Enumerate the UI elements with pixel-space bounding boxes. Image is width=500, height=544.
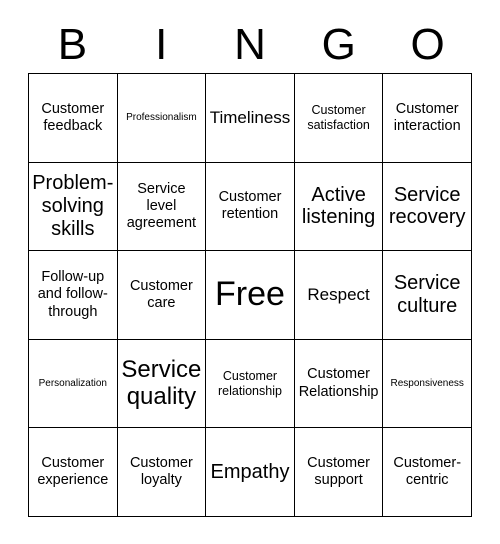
bingo-cell-g1[interactable]: Customer satisfaction — [294, 74, 384, 163]
bingo-cell-label: Customer-centric — [393, 455, 462, 489]
bingo-header-letter-o: O — [410, 19, 445, 69]
bingo-cell-g3[interactable]: Respect — [294, 251, 384, 340]
bingo-cell-g4[interactable]: Customer Relationship — [294, 339, 384, 429]
bingo-header-letter-i: I — [155, 19, 168, 69]
bingo-cell-label: Customer feedback — [41, 100, 105, 134]
bingo-cell-o1[interactable]: Customer interaction — [383, 74, 472, 163]
bingo-cell-label: Customer care — [129, 277, 193, 311]
bingo-cell-label: Customer Relationship — [298, 366, 379, 400]
bingo-cell-label: Customer experience — [37, 455, 109, 489]
bingo-cell-label: Service quality — [121, 355, 202, 410]
bingo-cell-label: Service culture — [393, 272, 461, 317]
bingo-free-label: Free — [215, 275, 285, 314]
bingo-cell-label: Personalization — [38, 377, 107, 389]
bingo-cell-label: Empathy — [210, 460, 290, 483]
bingo-cell-i5[interactable]: Customer loyalty — [117, 428, 207, 517]
bingo-cell-i2[interactable]: Service level agreement — [117, 162, 207, 252]
bingo-cell-label: Customer interaction — [393, 100, 461, 134]
bingo-cell-o4[interactable]: Responsiveness — [383, 339, 472, 429]
bingo-cell-label: Follow-up and follow-through — [37, 269, 108, 320]
bingo-cell-label: Active listening — [301, 183, 376, 229]
bingo-grid: Customer feedback Professionalism Timeli… — [28, 73, 472, 517]
bingo-cell-n1[interactable]: Timeliness — [206, 74, 295, 163]
bingo-cell-g5[interactable]: Customer support — [294, 428, 384, 517]
bingo-cell-label: Responsiveness — [390, 377, 464, 389]
bingo-header-row: B I N G O — [28, 16, 472, 73]
bingo-cell-b2[interactable]: Problem-solving skills — [29, 162, 118, 252]
bingo-cell-n5[interactable]: Empathy — [206, 428, 295, 517]
bingo-cell-b4[interactable]: Personalization — [29, 339, 118, 429]
bingo-cell-o5[interactable]: Customer-centric — [383, 428, 472, 517]
bingo-cell-free[interactable]: Free — [206, 251, 295, 340]
bingo-cell-g2[interactable]: Active listening — [294, 162, 384, 252]
bingo-cell-i4[interactable]: Service quality — [117, 339, 207, 429]
bingo-header-letter-g: G — [321, 19, 356, 69]
bingo-cell-label: Customer relationship — [218, 368, 282, 398]
bingo-cell-b5[interactable]: Customer experience — [29, 428, 118, 517]
bingo-cell-label: Problem-solving skills — [32, 172, 114, 240]
bingo-cell-b1[interactable]: Customer feedback — [29, 74, 118, 163]
bingo-cell-label: Customer retention — [218, 189, 282, 223]
bingo-cell-n2[interactable]: Customer retention — [206, 162, 295, 252]
bingo-cell-label: Customer loyalty — [129, 455, 193, 489]
bingo-cell-label: Customer support — [307, 455, 371, 489]
bingo-cell-label: Service level agreement — [126, 180, 197, 231]
bingo-cell-o2[interactable]: Service recovery — [383, 162, 472, 252]
bingo-header-letter-b: B — [57, 19, 88, 69]
bingo-cell-label: Service recovery — [388, 183, 466, 229]
bingo-cell-label: Customer satisfaction — [307, 103, 370, 132]
bingo-cell-label: Professionalism — [126, 112, 197, 124]
bingo-cell-n4[interactable]: Customer relationship — [206, 339, 295, 429]
bingo-cell-o3[interactable]: Service culture — [383, 251, 472, 340]
bingo-cell-i3[interactable]: Customer care — [117, 251, 207, 340]
bingo-cell-i1[interactable]: Professionalism — [117, 74, 207, 163]
bingo-card: B I N G O Customer feedback Professional… — [0, 0, 500, 544]
bingo-cell-label: Timeliness — [209, 107, 291, 127]
bingo-cell-label: Respect — [307, 285, 370, 305]
bingo-cell-b3[interactable]: Follow-up and follow-through — [29, 251, 118, 340]
bingo-header-letter-n: N — [234, 19, 266, 69]
